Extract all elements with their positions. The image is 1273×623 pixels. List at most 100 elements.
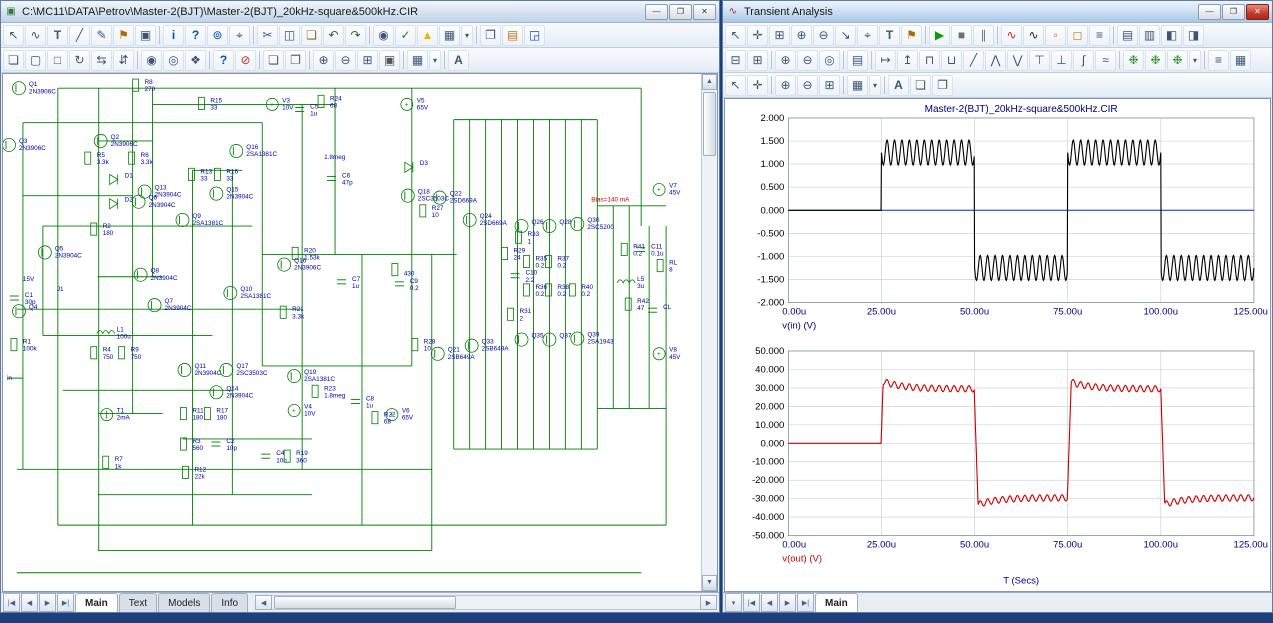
grid-button[interactable]: ▦	[439, 25, 460, 46]
info-mode[interactable]: i	[163, 25, 184, 46]
peak-button[interactable]: ⋀	[985, 50, 1006, 71]
tag-vertical-button[interactable]: ⊔	[941, 50, 962, 71]
maximize-button[interactable]: ❐	[1222, 4, 1245, 20]
close-button[interactable]: ✕	[693, 4, 716, 20]
numeric-output-button[interactable]: ▦	[1230, 50, 1251, 71]
scale-mode[interactable]: ↘	[835, 25, 856, 46]
vertical-axis-button[interactable]: ▥	[1139, 25, 1160, 46]
all-branches-button[interactable]: ❉	[1167, 50, 1188, 71]
new-page-button[interactable]: ❐	[480, 25, 501, 46]
page-nav-button-0[interactable]: ▾	[725, 593, 742, 612]
zoom-window-mode[interactable]: ⊞	[769, 25, 790, 46]
mode-select-button[interactable]: ◲	[524, 25, 545, 46]
next-simulation-button[interactable]: ❉	[1123, 50, 1144, 71]
select-mode[interactable]: ↖	[725, 25, 746, 46]
find-text-button[interactable]: ◎	[163, 50, 184, 71]
scroll-down-button[interactable]: ▼	[702, 575, 717, 591]
find-button[interactable]: ◉	[373, 25, 394, 46]
panel-left-button[interactable]: ◧	[1161, 25, 1182, 46]
undo-button[interactable]: ↶	[323, 25, 344, 46]
paste-button[interactable]: ❏	[301, 25, 322, 46]
select-area-button[interactable]: ▢	[25, 50, 46, 71]
zoom-area-button[interactable]: ⊞	[357, 50, 378, 71]
scroll-left-button[interactable]: ◀	[255, 595, 272, 610]
point-tag-mode[interactable]: ⌖	[229, 25, 250, 46]
tag-horizontal-button[interactable]: ⊓	[919, 50, 940, 71]
paste-graph-button[interactable]: ❐	[932, 75, 953, 96]
window-tile-button[interactable]: ❏	[3, 50, 24, 71]
help-mode[interactable]: ?	[185, 25, 206, 46]
grid-menu-button[interactable]: ▾	[429, 50, 441, 71]
trace-add-button[interactable]: ∿	[1001, 25, 1022, 46]
tab-models[interactable]: Models	[158, 593, 210, 612]
stop-button[interactable]: ■	[951, 25, 972, 46]
page-nav-button-0[interactable]: |◀	[3, 593, 20, 612]
horizontal-scroll-thumb[interactable]	[274, 596, 456, 609]
vout-plot-canvas[interactable]: 50.00040.00030.00020.00010.0000.000-10.0…	[726, 343, 1270, 592]
zoom-out-q-button[interactable]: ⊖	[797, 50, 818, 71]
text-mode[interactable]: T	[879, 25, 900, 46]
panel-right-button[interactable]: ◨	[1183, 25, 1204, 46]
trace-delete-button[interactable]: ∿	[1023, 25, 1044, 46]
format-button[interactable]: ▤	[847, 50, 868, 71]
grid-button[interactable]: ▦	[847, 75, 868, 96]
zoom-in-q-button[interactable]: ⊕	[775, 50, 796, 71]
tag-mode[interactable]: ⚑	[901, 25, 922, 46]
page-nav-button-1[interactable]: |◀	[743, 593, 760, 612]
page-nav-button-4[interactable]: ▶|	[797, 593, 814, 612]
find-part-button[interactable]: ◉	[141, 50, 162, 71]
redo-button[interactable]: ↷	[345, 25, 366, 46]
grid-display-button[interactable]: ▦	[407, 50, 428, 71]
page-nav-button-2[interactable]: ◀	[761, 593, 778, 612]
select-mode[interactable]: ↖	[3, 25, 24, 46]
analysis-title-bar[interactable]: ∿ Transient Analysis — ❐ ✕	[723, 1, 1272, 23]
scroll-up-button[interactable]: ▲	[702, 74, 717, 90]
horizontal-axis-button[interactable]: ▤	[1117, 25, 1138, 46]
diagonal-wire-mode[interactable]: ╱	[69, 25, 90, 46]
valley-button[interactable]: ⋁	[1007, 50, 1028, 71]
ruler-button[interactable]: ≡	[1089, 25, 1110, 46]
vin-plot-canvas[interactable]: Master-2(BJT)_20kHz-square&500kHz.CIR2.0…	[726, 100, 1270, 343]
pan-mode[interactable]: ✛	[747, 25, 768, 46]
camera-button[interactable]: ▣	[379, 50, 400, 71]
page-nav-button-3[interactable]: ▶	[779, 593, 796, 612]
pan-view-mode[interactable]: ✛	[747, 75, 768, 96]
tab-info[interactable]: Info	[211, 593, 248, 612]
page-nav-button-1[interactable]: ◀	[21, 593, 38, 612]
paste-picture-button[interactable]: ❐	[285, 50, 306, 71]
flag-mode[interactable]: ⚑	[113, 25, 134, 46]
schematic-horizontal-scrollbar[interactable]: ◀ ▶	[255, 595, 717, 610]
minimize-button[interactable]: —	[645, 4, 668, 20]
link-mode[interactable]: ⊚	[207, 25, 228, 46]
grid-options-button[interactable]: ▾	[461, 25, 473, 46]
cursor-mode[interactable]: ⌖	[857, 25, 878, 46]
stop-button[interactable]: ⊘	[235, 50, 256, 71]
zoom-select-button[interactable]: ⊞	[819, 75, 840, 96]
warning-button[interactable]: ▲	[417, 25, 438, 46]
flip-x-button[interactable]: ⇆	[91, 50, 112, 71]
scroll-right-button[interactable]: ▶	[700, 595, 717, 610]
picture-mode[interactable]: ▣	[135, 25, 156, 46]
minimize-button[interactable]: —	[1198, 4, 1221, 20]
select-mode[interactable]: ↖	[725, 75, 746, 96]
flip-y-button[interactable]: ⇵	[113, 50, 134, 71]
zoom-in-button[interactable]: ⊕	[775, 75, 796, 96]
go-to-y-button[interactable]: ↥	[897, 50, 918, 71]
copy-button[interactable]: ◫	[279, 25, 300, 46]
copy-picture-button[interactable]: ❏	[263, 50, 284, 71]
page-nav-button-3[interactable]: ▶|	[57, 593, 74, 612]
rotate-button[interactable]: ↻	[69, 50, 90, 71]
zoom-out-button[interactable]: ⊖	[335, 50, 356, 71]
run-button[interactable]: ▶	[929, 25, 950, 46]
maximize-button[interactable]: ❐	[669, 4, 692, 20]
inflection-button[interactable]: ∫	[1073, 50, 1094, 71]
split-horizontal-button[interactable]: ⊟	[725, 50, 746, 71]
copy-graph-button[interactable]: ❏	[910, 75, 931, 96]
tab-text[interactable]: Text	[119, 593, 157, 612]
branch-menu-button[interactable]: ▾	[1189, 50, 1201, 71]
wire-mode[interactable]: ∿	[25, 25, 46, 46]
slope-button[interactable]: ╱	[963, 50, 984, 71]
font-button[interactable]: A	[448, 50, 469, 71]
gibbs-button[interactable]: ≈	[1095, 50, 1116, 71]
cut-button[interactable]: ✂	[257, 25, 278, 46]
